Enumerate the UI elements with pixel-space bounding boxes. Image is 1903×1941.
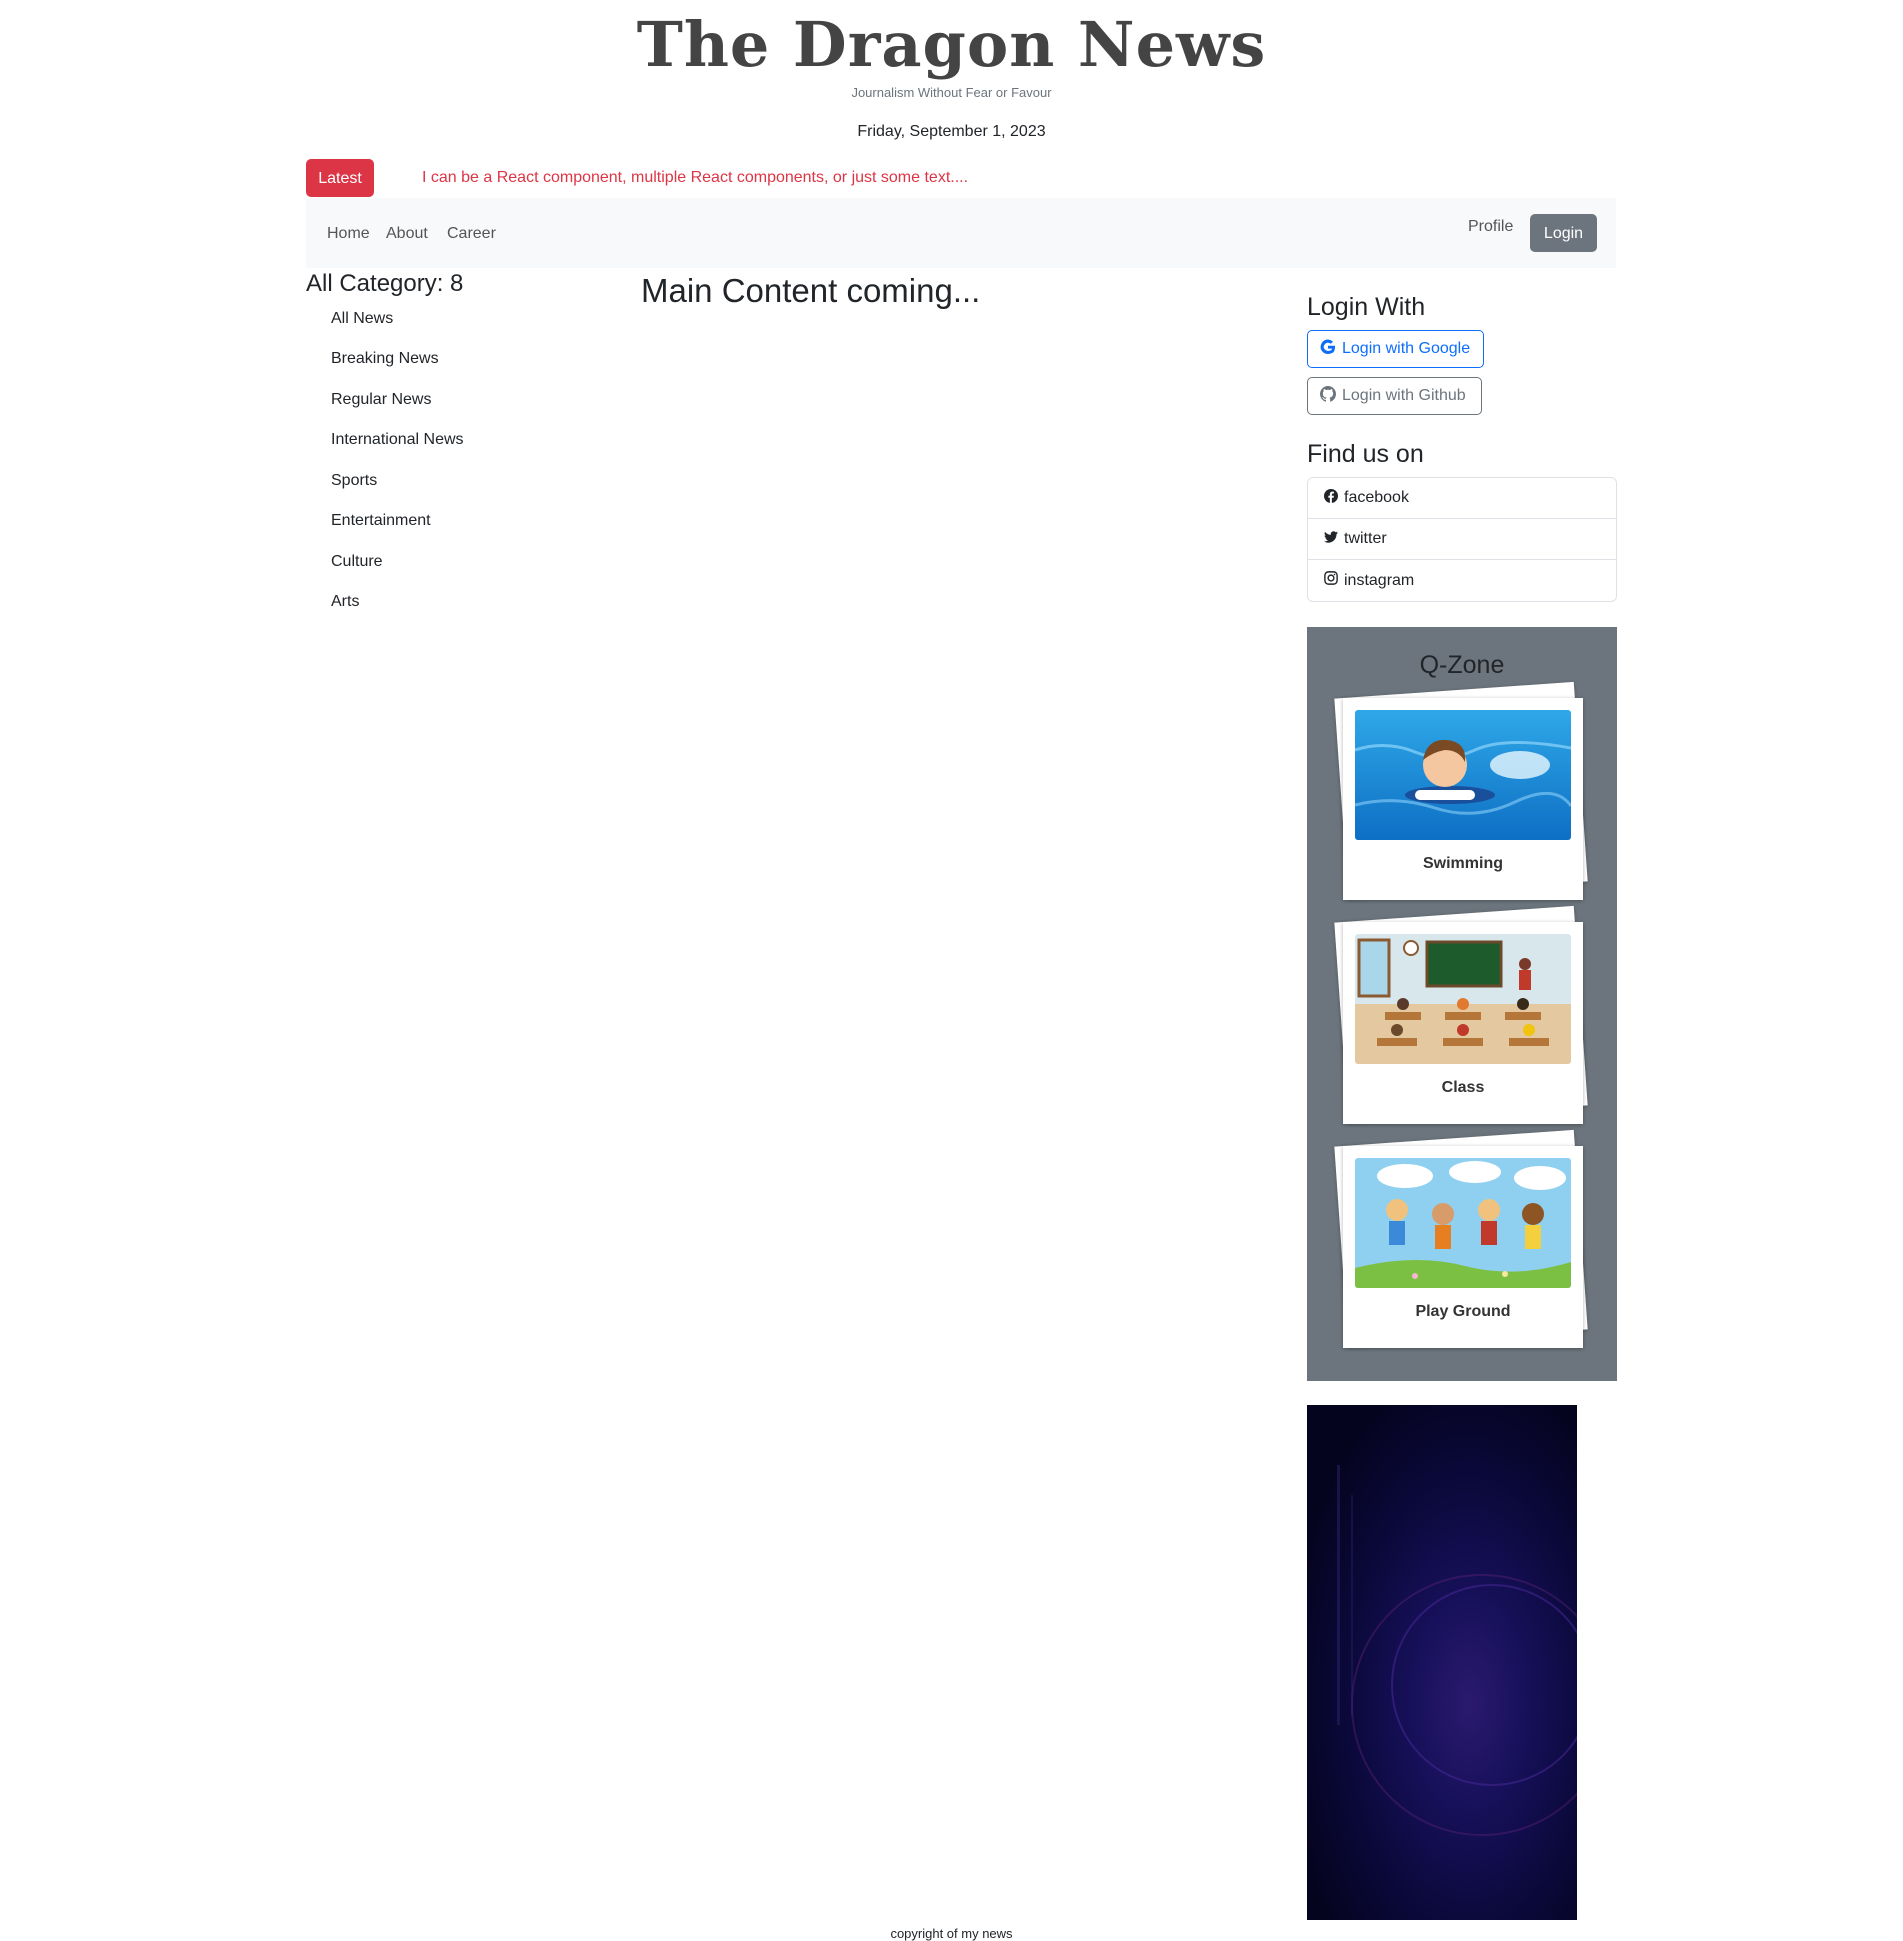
qzone-title: Q-Zone (1419, 651, 1505, 679)
login-with-title: Login With (1307, 293, 1426, 321)
category-item[interactable]: Regular News (331, 391, 431, 409)
qzone-card-label: Play Ground (1415, 1303, 1511, 1320)
nav-profile[interactable]: Profile (1468, 218, 1513, 236)
site-tagline: Journalism Without Fear or Favour (851, 85, 1052, 100)
find-us-list: facebook twitter instagram (1307, 477, 1617, 602)
playground-image (1355, 1158, 1571, 1288)
find-us-instagram-label: instagram (1344, 571, 1415, 589)
category-item[interactable]: Entertainment (331, 512, 431, 530)
category-item[interactable]: Sports (331, 472, 377, 490)
category-item[interactable]: Breaking News (331, 350, 439, 368)
qzone-card-label: Swimming (1422, 855, 1503, 872)
nav-career[interactable]: Career (447, 225, 496, 243)
google-icon (1320, 339, 1336, 360)
category-item[interactable]: All News (331, 310, 393, 328)
facebook-icon (1324, 488, 1338, 508)
category-title: All Category: 8 (306, 270, 464, 297)
navbar (306, 198, 1616, 268)
twitter-icon (1324, 530, 1338, 549)
nav-about[interactable]: About (386, 225, 428, 243)
find-us-instagram[interactable]: instagram (1308, 560, 1616, 601)
instagram-icon (1324, 571, 1338, 590)
qzone-card-label: Class (1441, 1079, 1485, 1096)
find-us-title: Find us on (1307, 440, 1424, 468)
login-button[interactable]: Login (1530, 214, 1597, 252)
find-us-twitter[interactable]: twitter (1308, 519, 1616, 560)
latest-button[interactable]: Latest (306, 159, 374, 197)
category-item[interactable]: Arts (331, 593, 359, 611)
swimming-image (1355, 710, 1571, 840)
github-icon (1320, 385, 1336, 407)
current-date: Friday, September 1, 2023 (857, 123, 1046, 140)
login-github-label: Login with Github (1342, 387, 1466, 404)
site-title: The Dragon News (636, 8, 1267, 81)
qzone-card-swimming[interactable]: Swimming (1333, 681, 1593, 906)
nav-home[interactable]: Home (327, 225, 370, 243)
category-item[interactable]: International News (331, 431, 464, 449)
ad-banner (1307, 1405, 1577, 1920)
main-content-title: Main Content coming... (641, 272, 981, 309)
login-google-label: Login with Google (1342, 340, 1471, 357)
find-us-facebook[interactable]: facebook (1308, 478, 1616, 519)
news-ticker[interactable]: I can be a React component, multiple Rea… (422, 169, 968, 187)
login-google-button[interactable]: Login with Google (1307, 330, 1484, 368)
category-item[interactable]: Culture (331, 553, 383, 571)
qzone-card-class[interactable]: Class (1333, 905, 1593, 1130)
classroom-image (1355, 934, 1571, 1064)
find-us-facebook-label: facebook (1344, 489, 1409, 506)
find-us-twitter-label: twitter (1344, 530, 1387, 547)
login-github-button[interactable]: Login with Github (1307, 377, 1482, 415)
qzone-card-playground[interactable]: Play Ground (1333, 1129, 1593, 1354)
